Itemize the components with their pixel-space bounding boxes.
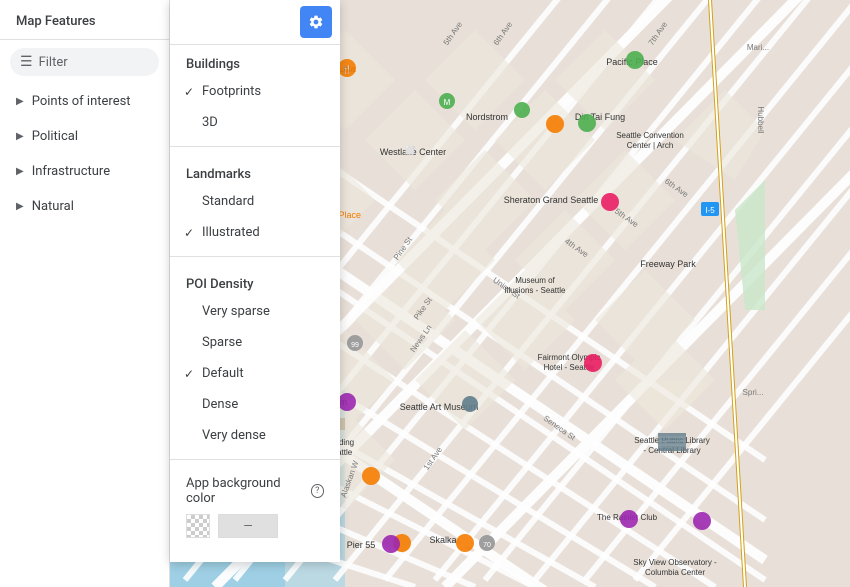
sidebar-item-political[interactable]: ▶ Political bbox=[0, 119, 169, 154]
color-value: — bbox=[243, 519, 252, 533]
color-swatch[interactable]: — bbox=[218, 514, 278, 538]
app-bg-label-row: App background color ? bbox=[186, 476, 324, 506]
very-sparse-label: Very sparse bbox=[202, 304, 270, 319]
sidebar-item-label: Points of interest bbox=[32, 94, 131, 109]
very-sparse-menu-item[interactable]: Very sparse bbox=[170, 296, 340, 327]
color-row: — bbox=[186, 514, 324, 538]
transparent-swatch[interactable] bbox=[186, 514, 210, 538]
svg-text:M: M bbox=[444, 98, 451, 107]
sidebar-header: Map Features bbox=[0, 0, 169, 40]
illustrated-label: Illustrated bbox=[202, 225, 260, 240]
sidebar-item-label: Natural bbox=[32, 199, 74, 214]
very-dense-label: Very dense bbox=[202, 428, 266, 443]
very-dense-menu-item[interactable]: Very dense bbox=[170, 420, 340, 451]
svg-text:7th Ave: 7th Ave bbox=[647, 20, 670, 47]
divider-1 bbox=[170, 146, 340, 147]
app-bg-section: App background color ? — bbox=[170, 468, 340, 546]
3d-menu-item[interactable]: 3D bbox=[170, 107, 340, 138]
gear-button[interactable] bbox=[300, 6, 332, 38]
chevron-right-icon: ▶ bbox=[16, 131, 24, 142]
svg-text:70: 70 bbox=[483, 542, 491, 549]
svg-text:Nordstrom: Nordstrom bbox=[466, 112, 508, 122]
sidebar: Map Features ☰ Filter ▶ Points of intere… bbox=[0, 0, 170, 587]
svg-text:Seattle Convention: Seattle Convention bbox=[616, 131, 684, 140]
svg-text:Freeway Park: Freeway Park bbox=[640, 259, 696, 269]
sparse-menu-item[interactable]: Sparse bbox=[170, 327, 340, 358]
default-check: ✓ bbox=[184, 367, 194, 381]
svg-text:Skalka: Skalka bbox=[429, 535, 456, 545]
sparse-label: Sparse bbox=[202, 335, 242, 350]
default-label: Default bbox=[202, 366, 244, 381]
illustrated-menu-item[interactable]: ✓ Illustrated bbox=[170, 217, 340, 248]
filter-icon: ☰ bbox=[20, 54, 33, 70]
buildings-section-title: Buildings bbox=[170, 45, 340, 76]
dropdown-header-row bbox=[170, 0, 340, 45]
svg-text:99: 99 bbox=[351, 342, 359, 349]
sidebar-nav: ▶ Points of interest ▶ Political ▶ Infra… bbox=[0, 84, 169, 587]
svg-text:Hubbell: Hubbell bbox=[756, 106, 765, 133]
divider-2 bbox=[170, 256, 340, 257]
svg-text:Center | Arch: Center | Arch bbox=[627, 141, 674, 150]
help-icon[interactable]: ? bbox=[311, 484, 324, 498]
sidebar-item-poi[interactable]: ▶ Points of interest bbox=[0, 84, 169, 119]
dense-menu-item[interactable]: Dense bbox=[170, 389, 340, 420]
chevron-right-icon: ▶ bbox=[16, 96, 24, 107]
illustrated-check: ✓ bbox=[184, 226, 194, 240]
svg-text:Columbia Center: Columbia Center bbox=[645, 568, 705, 577]
sidebar-item-infrastructure[interactable]: ▶ Infrastructure bbox=[0, 154, 169, 189]
svg-text:⬜: ⬜ bbox=[405, 145, 415, 155]
landmarks-section-title: Landmarks bbox=[170, 155, 340, 186]
app-bg-text: App background color bbox=[186, 476, 307, 506]
gear-icon bbox=[308, 14, 324, 30]
filter-label: Filter bbox=[39, 55, 68, 70]
sidebar-item-label: Infrastructure bbox=[32, 164, 110, 179]
svg-text:6th Ave: 6th Ave bbox=[492, 20, 515, 47]
divider-3 bbox=[170, 459, 340, 460]
dropdown-panel: Buildings ✓ Footprints 3D Landmarks Stan… bbox=[170, 0, 340, 562]
svg-text:5th Ave: 5th Ave bbox=[442, 20, 465, 47]
svg-text:Mari...: Mari... bbox=[747, 43, 769, 52]
standard-label: Standard bbox=[202, 194, 254, 209]
svg-text:Pier 55: Pier 55 bbox=[347, 540, 376, 550]
svg-text:I-5: I-5 bbox=[705, 206, 715, 215]
footprints-menu-item[interactable]: ✓ Footprints bbox=[170, 76, 340, 107]
sidebar-item-natural[interactable]: ▶ Natural bbox=[0, 189, 169, 224]
sidebar-item-label: Political bbox=[32, 129, 78, 144]
dense-label: Dense bbox=[202, 397, 238, 412]
svg-text:Sheraton Grand Seattle: Sheraton Grand Seattle bbox=[504, 195, 599, 205]
footprints-check: ✓ bbox=[184, 85, 194, 99]
footprints-label: Footprints bbox=[202, 84, 261, 99]
chevron-right-icon: ▶ bbox=[16, 201, 24, 212]
poi-section-title: POI Density bbox=[170, 265, 340, 296]
svg-text:🍴: 🍴 bbox=[342, 64, 352, 74]
3d-label: 3D bbox=[202, 115, 218, 130]
svg-text:Spri...: Spri... bbox=[743, 388, 764, 397]
standard-menu-item[interactable]: Standard bbox=[170, 186, 340, 217]
default-menu-item[interactable]: ✓ Default bbox=[170, 358, 340, 389]
svg-text:Museum of: Museum of bbox=[515, 276, 555, 285]
svg-text:Sky View Observatory -: Sky View Observatory - bbox=[633, 558, 717, 567]
filter-bar[interactable]: ☰ Filter bbox=[10, 48, 159, 76]
sidebar-title: Map Features bbox=[16, 14, 96, 29]
chevron-right-icon: ▶ bbox=[16, 166, 24, 177]
